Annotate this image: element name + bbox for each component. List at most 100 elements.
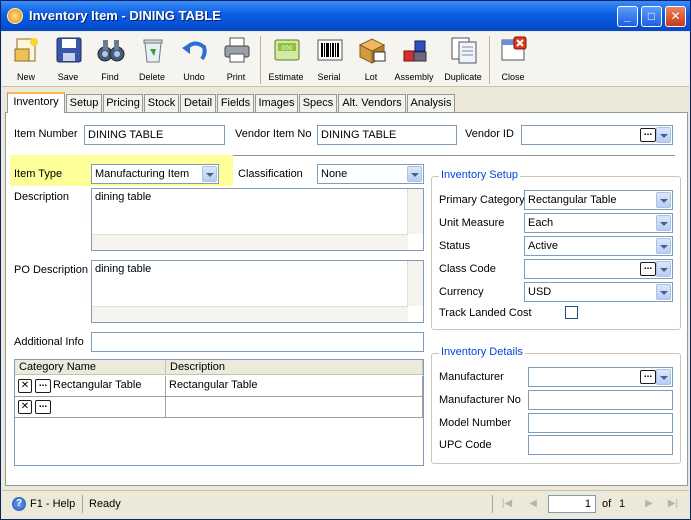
binoculars-icon [97,40,125,62]
close-label: Close [501,72,525,82]
tab-setup[interactable]: Setup [66,94,102,112]
tab-pricing[interactable]: Pricing [103,94,143,112]
print-button[interactable]: Print [214,34,258,86]
manufacturer-combo[interactable]: ... [528,367,673,387]
chevron-down-icon[interactable] [656,369,671,385]
remove-row-icon[interactable]: ✕ [18,379,32,393]
item-type-select[interactable]: Manufacturing Item [91,164,219,184]
calculator-estimate-icon: 000 [274,39,300,61]
chevron-down-icon[interactable] [656,215,671,231]
window-title: Inventory Item - DINING TABLE [29,8,221,23]
tab-stock[interactable]: Stock [144,94,179,112]
vendor-id-lookup-button[interactable]: ... [640,128,656,142]
first-page-icon[interactable]: |◀ [500,497,514,511]
close-button[interactable]: Close [491,34,535,86]
model-number-input[interactable] [528,413,673,433]
chevron-down-icon[interactable] [656,192,671,208]
app-icon [7,8,23,24]
classification-value: None [321,168,348,180]
upc-code-label: UPC Code [439,439,492,451]
category-lookup-button[interactable]: ... [35,400,51,414]
assembly-button[interactable]: Assembly [392,34,436,86]
category-description-cell[interactable] [166,397,423,418]
classification-label: Classification [238,168,303,180]
assembly-blocks-icon [403,40,427,62]
duplicate-button[interactable]: Duplicate [441,34,485,86]
inventory-setup-group: Inventory Setup Primary Category Rectang… [431,169,681,330]
previous-page-icon[interactable]: ◀ [526,497,540,511]
next-page-icon[interactable]: ▶ [642,497,656,511]
estimate-button[interactable]: 000 Estimate [264,34,308,86]
grid-header-description[interactable]: Description [166,360,423,375]
tab-inventory[interactable]: Inventory [7,92,65,113]
toolbar: New Save Find Delete Undo Print 000 Esti… [2,32,689,87]
tab-fields[interactable]: Fields [217,94,254,112]
table-row[interactable]: ✕ ... Rectangular Table [15,376,166,397]
class-code-combo[interactable]: ... [524,259,673,279]
po-description-textarea[interactable]: dining table [91,260,424,323]
description-hscroll[interactable] [92,234,408,250]
close-window-button[interactable]: ✕ [665,6,686,27]
chevron-down-icon[interactable] [202,166,217,182]
category-name-cell[interactable]: Rectangular Table [53,376,141,395]
remove-row-icon[interactable]: ✕ [18,400,32,414]
undo-arrow-icon [182,41,207,61]
category-lookup-button[interactable]: ... [35,379,51,393]
maximize-button[interactable]: □ [641,6,662,27]
chevron-down-icon[interactable] [656,127,671,143]
tab-alt-vendors[interactable]: Alt. Vendors [338,94,406,112]
unit-measure-select[interactable]: Each [524,213,673,233]
status-text: Ready [89,498,121,510]
page-number-input[interactable]: 1 [548,495,596,513]
lot-box-icon [358,38,386,64]
grid-header-category-name[interactable]: Category Name [15,360,166,375]
item-number-input[interactable]: DINING TABLE [84,125,225,145]
manufacturer-lookup-button[interactable]: ... [640,370,656,384]
currency-value: USD [528,286,552,298]
additional-info-label: Additional Info [14,336,84,348]
upc-code-input[interactable] [528,435,673,455]
po-description-vscroll[interactable] [407,261,423,306]
chevron-down-icon[interactable] [656,284,671,300]
printer-icon [224,37,250,63]
po-description-text: dining table [95,263,152,275]
manufacturer-label: Manufacturer [439,371,504,383]
category-description-cell[interactable]: Rectangular Table [166,376,423,397]
description-text: dining table [95,191,152,203]
manufacturer-no-label: Manufacturer No [439,394,521,406]
manufacturer-no-input[interactable] [528,390,673,410]
table-row[interactable]: ✕ ... [15,397,166,418]
vendor-item-no-input[interactable]: DINING TABLE [317,125,457,145]
total-pages: 1 [619,498,626,510]
description-textarea[interactable]: dining table [91,188,424,251]
class-code-lookup-button[interactable]: ... [640,262,656,276]
additional-info-input[interactable] [91,332,424,352]
classification-select[interactable]: None [317,164,424,184]
description-vscroll[interactable] [407,189,423,234]
minimize-button[interactable]: _ [617,6,638,27]
status-separator [492,495,493,513]
lot-button[interactable]: Lot [349,34,393,86]
tab-analysis[interactable]: Analysis [407,94,455,112]
status-select[interactable]: Active [524,236,673,256]
tab-detail[interactable]: Detail [180,94,216,112]
description-label: Description [14,191,70,203]
vendor-id-combo[interactable]: ... [521,125,673,145]
help-icon[interactable]: ? [12,497,26,511]
po-description-hscroll[interactable] [92,306,408,322]
track-landed-cost-label: Track Landed Cost [439,307,532,319]
po-description-label: PO Description [14,264,88,276]
track-landed-cost-checkbox[interactable] [565,306,578,319]
currency-select[interactable]: USD [524,282,673,302]
tab-specs[interactable]: Specs [299,94,337,112]
chevron-down-icon[interactable] [407,166,422,182]
chevron-down-icon[interactable] [656,261,671,277]
primary-category-select[interactable]: Rectangular Table [524,190,673,210]
help-text[interactable]: F1 - Help [30,498,75,510]
primary-category-value: Rectangular Table [528,194,617,206]
inventory-details-legend: Inventory Details [439,346,525,358]
last-page-icon[interactable]: ▶| [666,497,680,511]
item-number-label: Item Number [14,128,78,140]
tab-images[interactable]: Images [255,94,298,112]
chevron-down-icon[interactable] [656,238,671,254]
